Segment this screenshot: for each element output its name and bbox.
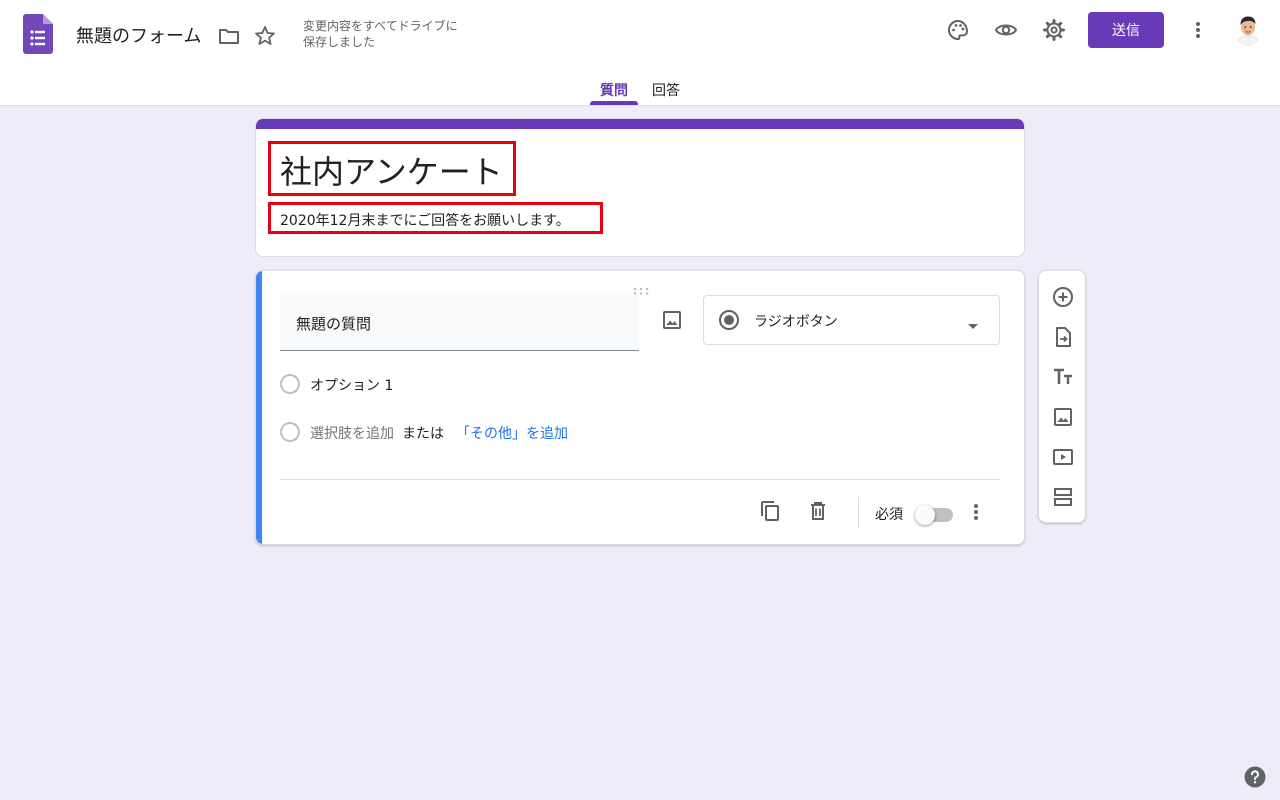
image-icon[interactable]	[1051, 405, 1075, 429]
save-status: 変更内容をすべてドライブに 保存しました	[303, 18, 458, 50]
tab-questions[interactable]: 質問	[600, 80, 628, 100]
video-icon[interactable]	[1051, 445, 1075, 469]
radio-button-icon	[718, 309, 740, 331]
accent-bar	[256, 119, 1024, 129]
required-label: 必須	[875, 507, 903, 523]
footer-separator	[858, 497, 859, 529]
footer-divider	[280, 479, 1000, 480]
add-option-link[interactable]: 選択肢を追加	[310, 423, 394, 443]
active-tab-indicator	[590, 101, 638, 105]
star-icon[interactable]	[253, 24, 277, 48]
question-title-input[interactable]: 無題の質問	[280, 295, 639, 351]
form-doc-title[interactable]: 無題のフォーム	[76, 22, 201, 48]
option-label[interactable]: オプション 1	[310, 375, 393, 395]
google-forms-logo-icon[interactable]	[23, 14, 53, 54]
add-option-radio	[280, 422, 300, 442]
app-header: 無題のフォーム 変更内容をすべてドライブに 保存しました 送信 質問 回答	[0, 0, 1280, 106]
drag-handle-icon[interactable]	[632, 280, 650, 295]
help-icon[interactable]	[1244, 766, 1266, 788]
folder-icon[interactable]	[217, 24, 241, 48]
question-type-label: ラジオボタン	[754, 314, 838, 330]
tab-bar: 質問 回答	[0, 78, 1280, 106]
save-status-line1: 変更内容をすべてドライブに	[303, 19, 458, 33]
toggle-knob	[915, 505, 935, 525]
highlight-box-description	[268, 202, 603, 234]
add-question-icon[interactable]	[1051, 285, 1075, 309]
add-image-icon[interactable]	[660, 308, 684, 332]
tab-responses[interactable]: 回答	[652, 80, 680, 100]
dropdown-arrow-icon	[966, 316, 980, 329]
title-text-icon[interactable]	[1051, 365, 1075, 389]
required-toggle[interactable]	[915, 504, 955, 525]
question-card[interactable]: 無題の質問 ラジオボタン オプション 1 選択肢を追加 または 「その他」を追加…	[255, 270, 1025, 545]
save-status-line2: 保存しました	[303, 35, 376, 49]
or-text: または	[402, 426, 444, 442]
gear-icon[interactable]	[1042, 18, 1066, 42]
side-toolbar	[1038, 270, 1086, 523]
duplicate-icon[interactable]	[758, 499, 782, 523]
palette-icon[interactable]	[946, 18, 970, 42]
question-title-text: 無題の質問	[296, 315, 372, 333]
more-vert-icon[interactable]	[1186, 18, 1210, 42]
send-button[interactable]: 送信	[1088, 12, 1164, 48]
section-icon[interactable]	[1051, 485, 1075, 509]
delete-icon[interactable]	[806, 499, 830, 523]
add-other-link[interactable]: 「その他」を追加	[456, 423, 568, 443]
eye-icon[interactable]	[994, 18, 1018, 42]
avatar[interactable]	[1234, 14, 1262, 46]
option-radio	[280, 374, 300, 394]
active-question-bar	[256, 271, 262, 544]
highlight-box-heading	[268, 141, 516, 196]
question-type-dropdown[interactable]: ラジオボタン	[703, 295, 1000, 345]
import-questions-icon[interactable]	[1051, 325, 1075, 349]
question-more-icon[interactable]	[964, 500, 988, 524]
